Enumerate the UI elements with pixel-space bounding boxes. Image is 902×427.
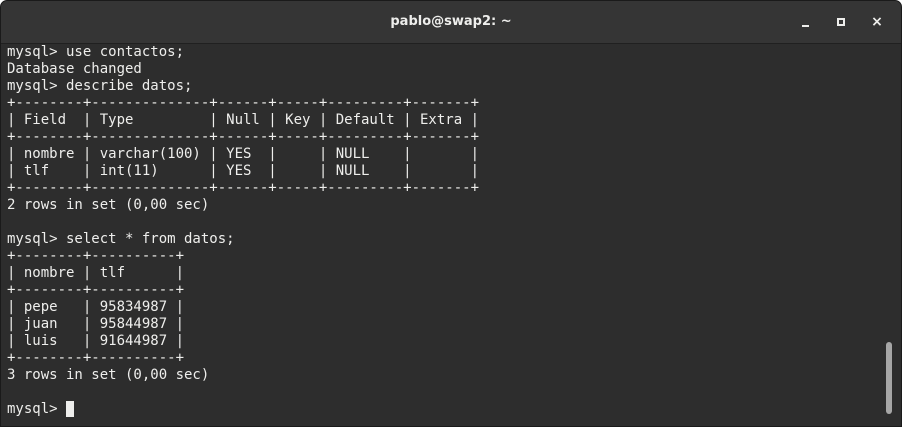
terminal-output[interactable]: mysql> use contactos; Database changed mys… xyxy=(1,44,881,426)
terminal-line: | luis | 91644987 | xyxy=(7,333,185,349)
terminal-line: | juan | 95844987 | xyxy=(7,316,185,332)
terminal-line: +--------+--------------+------+-----+--… xyxy=(7,95,480,111)
terminal-line: +--------+----------+ xyxy=(7,248,185,264)
prompt-text: mysql> xyxy=(7,401,67,417)
terminal-window: pablo@swap2: ~ × mysql> use contactos; Da… xyxy=(0,0,902,427)
terminal-line: +--------+----------+ xyxy=(7,282,185,298)
terminal-line: mysql> select * from datos; xyxy=(7,231,235,247)
close-icon: × xyxy=(871,14,883,30)
terminal-line: +--------+--------------+------+-----+--… xyxy=(7,129,480,145)
terminal-line: 2 rows in set (0,00 sec) xyxy=(7,197,210,213)
terminal-screen: mysql> use contactos; Database changed mys… xyxy=(1,44,881,418)
terminal-line: 3 rows in set (0,00 sec) xyxy=(7,367,210,383)
terminal-line: | pepe | 95834987 | xyxy=(7,299,185,315)
scrollbar[interactable] xyxy=(881,44,901,426)
terminal-line: | tlf | int(11) | YES | | NULL | | xyxy=(7,163,480,179)
minimize-icon xyxy=(802,25,809,27)
terminal-line: mysql> use contactos; xyxy=(7,44,185,60)
terminal-prompt-line[interactable]: mysql> xyxy=(7,401,881,418)
maximize-icon xyxy=(837,18,845,26)
terminal-line: +--------+--------------+------+-----+--… xyxy=(7,180,480,196)
window-title: pablo@swap2: ~ xyxy=(390,14,512,29)
text-cursor xyxy=(66,401,75,417)
title-bar[interactable]: pablo@swap2: ~ × xyxy=(1,1,901,44)
minimize-button[interactable] xyxy=(792,8,820,36)
maximize-button[interactable] xyxy=(827,8,855,36)
terminal-line: +--------+----------+ xyxy=(7,350,185,366)
terminal-line: | nombre | tlf | xyxy=(7,265,185,281)
terminal-line: | nombre | varchar(100) | YES | | NULL |… xyxy=(7,146,480,162)
terminal-line: mysql> describe datos; xyxy=(7,78,193,94)
terminal-line: | Field | Type | Null | Key | Default | … xyxy=(7,112,480,128)
close-button[interactable]: × xyxy=(863,8,891,36)
scrollbar-thumb[interactable] xyxy=(886,342,892,414)
terminal-line: Database changed xyxy=(7,61,142,77)
